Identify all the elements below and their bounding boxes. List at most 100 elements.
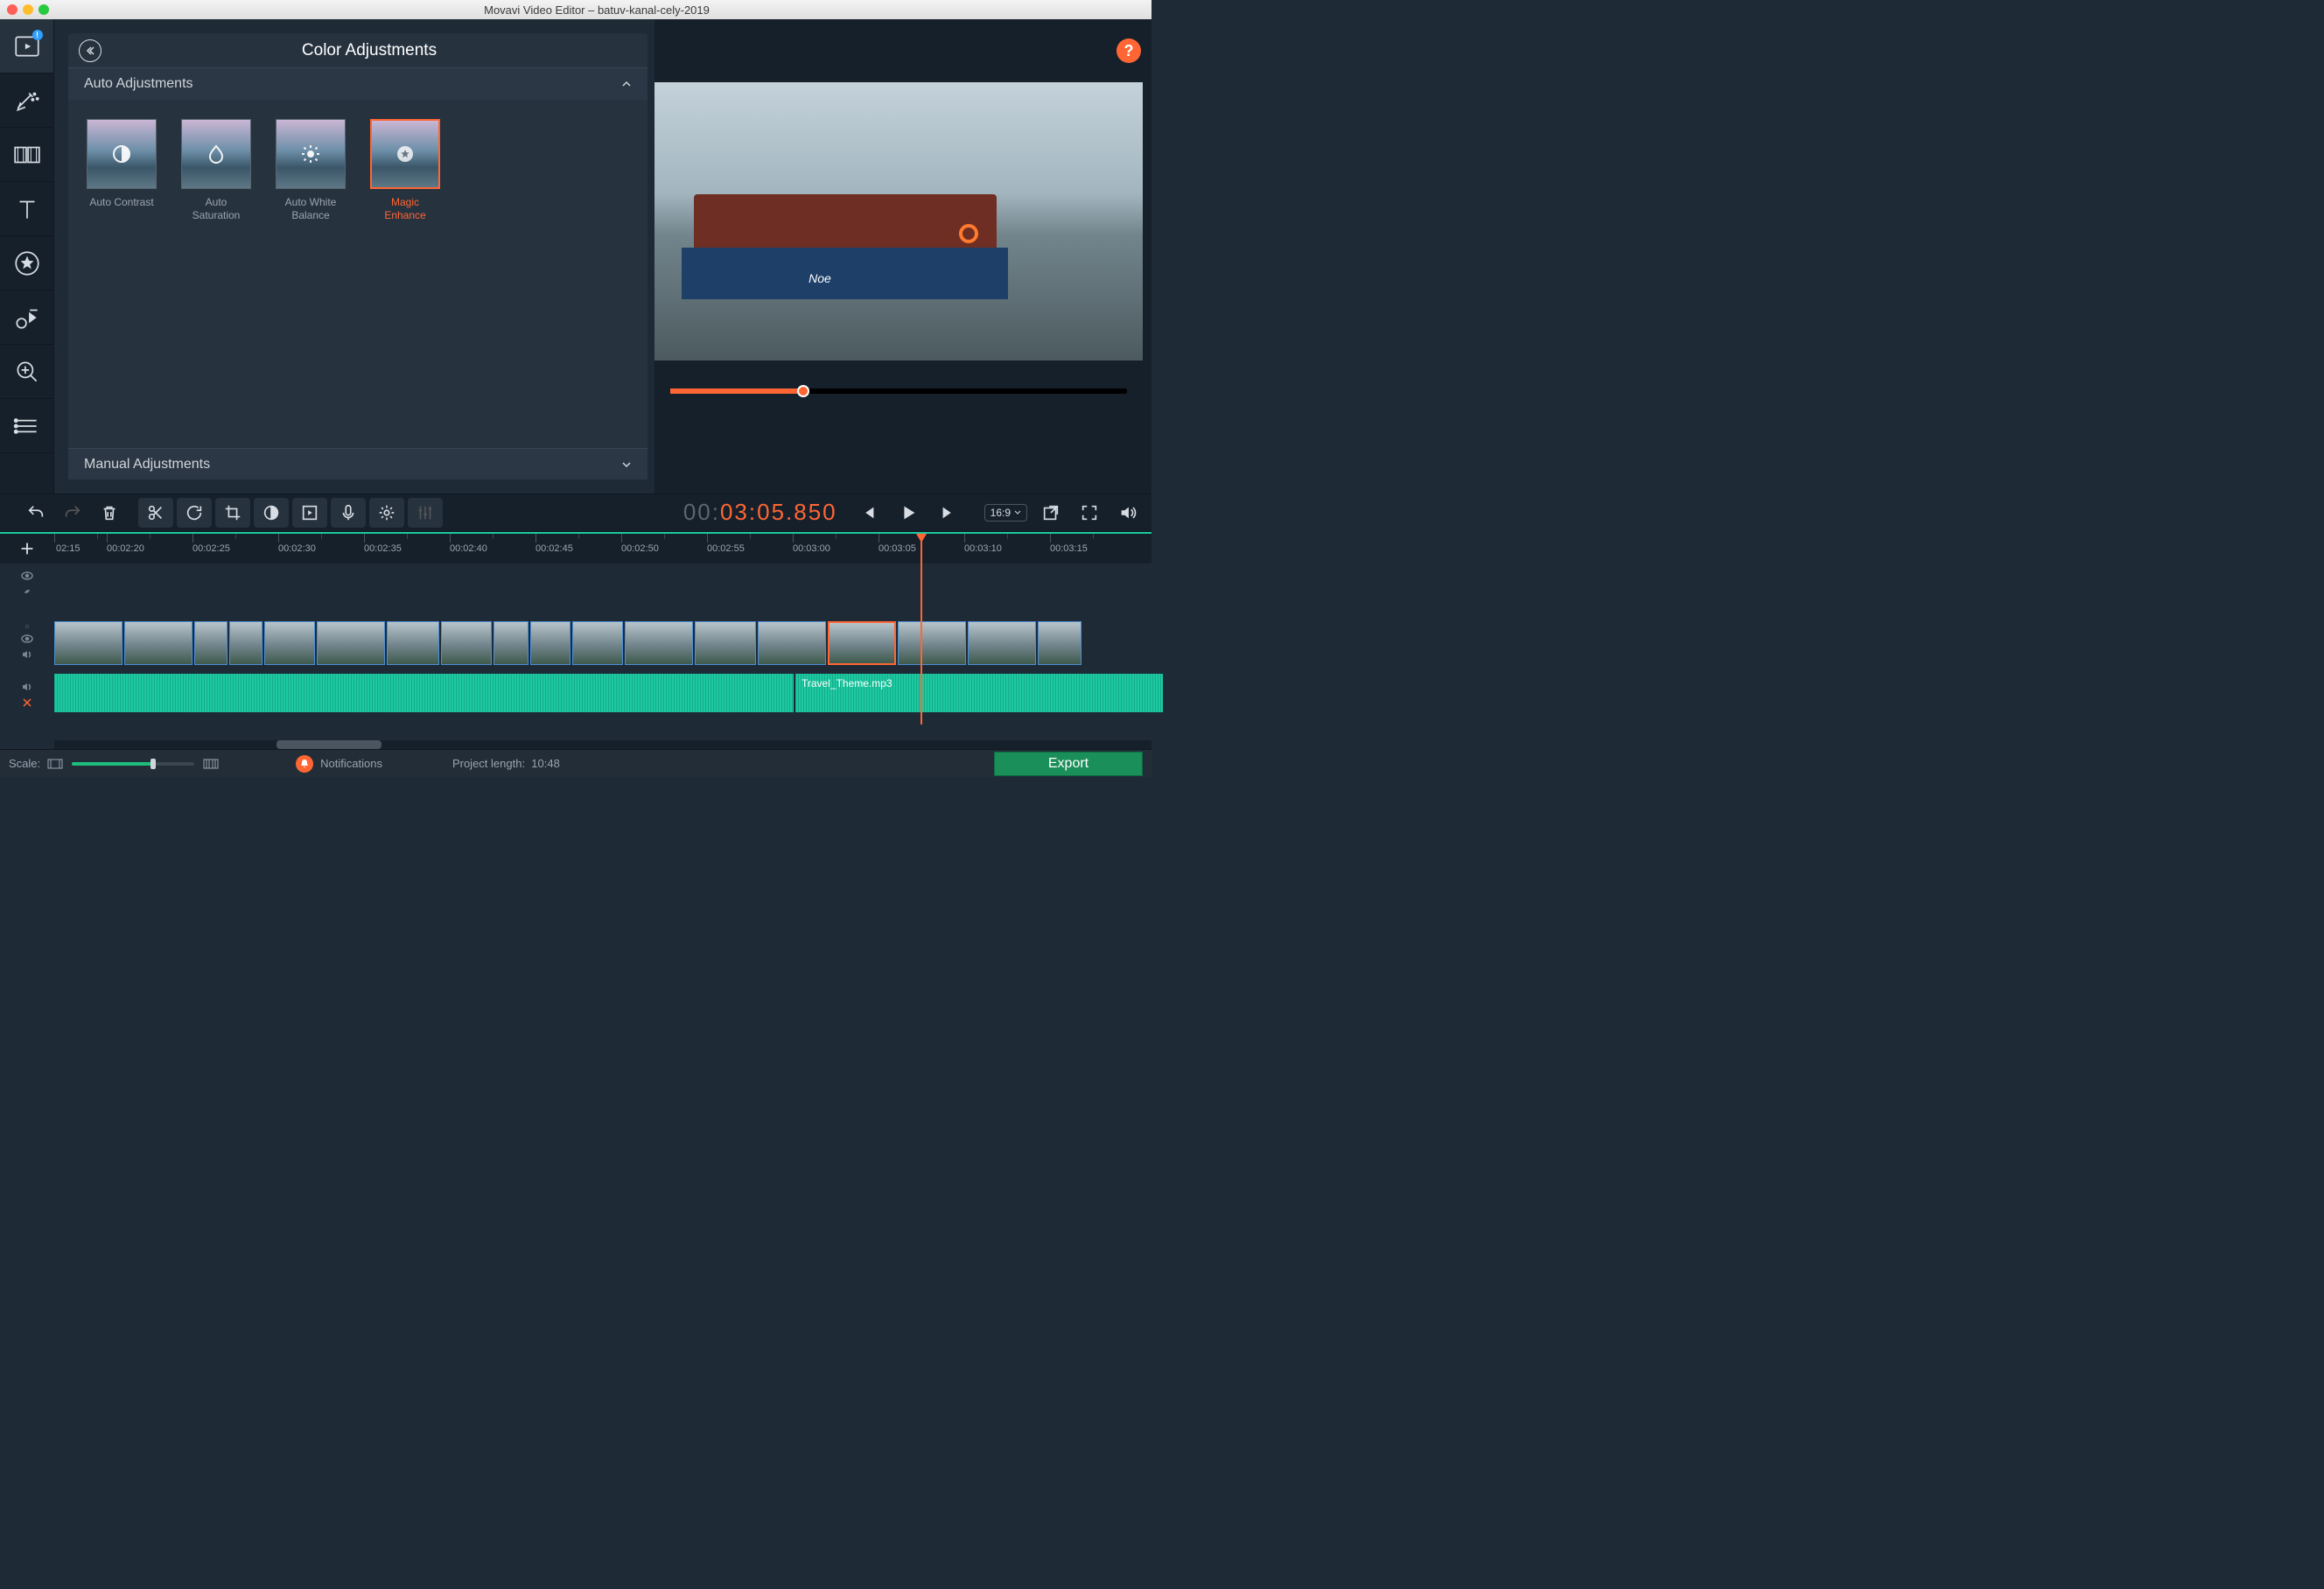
audio-clip-label: Travel_Theme.mp3 [802, 677, 892, 690]
edit-toolbar: 00:03:05.850 16:9 [0, 494, 1152, 532]
zoom-slider-knob[interactable] [150, 759, 156, 769]
next-frame-button[interactable] [932, 498, 965, 528]
fx-icon[interactable] [20, 696, 34, 710]
sidebar-filters[interactable] [0, 74, 53, 128]
audio-clip[interactable] [54, 674, 794, 712]
notifications-button[interactable]: Notifications [296, 755, 382, 773]
preview-content: Noe [694, 183, 997, 300]
sidebar-stickers[interactable] [0, 236, 53, 290]
clip-settings-button[interactable] [369, 498, 404, 528]
video-clip[interactable] [625, 621, 693, 665]
video-track[interactable] [54, 621, 1152, 665]
manual-adjustments-section[interactable]: Manual Adjustments [68, 448, 648, 480]
preset-auto-saturation[interactable]: Auto Saturation [180, 119, 252, 429]
preset-auto-white-balance[interactable]: Auto White Balance [275, 119, 346, 429]
timeline-ruler[interactable]: 02:15 00:02:20 00:02:25 00:02:30 00:02:3… [0, 534, 1152, 564]
text-track[interactable] [54, 564, 1152, 600]
video-clip[interactable] [387, 621, 439, 665]
contrast-icon [111, 144, 132, 164]
video-clip[interactable] [968, 621, 1036, 665]
link-icon[interactable] [20, 584, 34, 598]
prev-frame-button[interactable] [851, 498, 885, 528]
timeline-scrollbar[interactable] [54, 740, 1152, 749]
video-clip[interactable] [572, 621, 623, 665]
play-button[interactable] [892, 498, 925, 528]
video-clip[interactable] [441, 621, 492, 665]
video-clip[interactable] [758, 621, 826, 665]
chevron-down-icon [1014, 509, 1021, 516]
window-title: Movavi Video Editor – batuv-kanal-cely-2… [49, 4, 1144, 17]
speaker-icon[interactable] [20, 680, 34, 694]
video-clip[interactable] [194, 621, 228, 665]
mac-titlebar: Movavi Video Editor – batuv-kanal-cely-2… [0, 0, 1152, 19]
close-window-button[interactable] [7, 4, 18, 15]
sidebar-zoom-pan[interactable] [0, 345, 53, 399]
timeline-playhead[interactable] [920, 534, 922, 724]
video-clip[interactable] [264, 621, 315, 665]
volume-button[interactable] [1111, 498, 1144, 528]
delete-button[interactable] [93, 498, 126, 528]
notification-badge-icon: ! [32, 30, 43, 40]
video-clip[interactable] [317, 621, 385, 665]
timeline-zoom-slider[interactable] [72, 762, 194, 766]
text-track-head [0, 564, 54, 600]
notifications-label: Notifications [320, 757, 382, 770]
sidebar-titles[interactable] [0, 182, 53, 236]
fullscreen-button[interactable] [1073, 498, 1106, 528]
scrollbar-thumb[interactable] [276, 740, 382, 749]
video-preview[interactable]: Noe [654, 82, 1143, 360]
preset-label: Magic Enhance [369, 196, 441, 222]
eye-icon[interactable] [20, 632, 34, 646]
split-button[interactable] [138, 498, 173, 528]
undo-button[interactable] [19, 498, 52, 528]
clip-properties-button[interactable] [292, 498, 327, 528]
crop-button[interactable] [215, 498, 250, 528]
speaker-icon[interactable] [20, 648, 34, 662]
preview-pane: ? Noe [654, 19, 1152, 494]
export-button[interactable]: Export [994, 752, 1143, 776]
audio-track[interactable]: Travel_Theme.mp3 [54, 674, 1152, 712]
preset-auto-contrast[interactable]: Auto Contrast [86, 119, 158, 429]
redo-button[interactable] [56, 498, 89, 528]
zoom-out-timeline-icon[interactable] [47, 758, 63, 770]
video-clip[interactable] [494, 621, 528, 665]
life-ring-icon [959, 224, 978, 243]
video-clip-selected[interactable] [828, 621, 896, 665]
preset-magic-enhance[interactable]: Magic Enhance [369, 119, 441, 429]
add-track-button[interactable] [0, 534, 54, 564]
video-clip[interactable] [530, 621, 570, 665]
detach-preview-button[interactable] [1034, 498, 1068, 528]
droplet-icon [206, 144, 227, 164]
color-adjust-button[interactable] [254, 498, 289, 528]
panel-back-button[interactable] [79, 39, 102, 62]
help-button[interactable]: ? [1116, 38, 1141, 63]
timeline: 02:15 00:02:20 00:02:25 00:02:30 00:02:3… [0, 532, 1152, 777]
minimize-window-button[interactable] [23, 4, 33, 15]
video-clip[interactable] [124, 621, 192, 665]
scale-label: Scale: [9, 757, 40, 770]
sidebar-more[interactable] [0, 399, 53, 453]
eye-icon[interactable] [20, 569, 34, 583]
star-circle-icon [395, 144, 416, 164]
progress-knob[interactable] [797, 385, 809, 397]
auto-adjustments-section[interactable]: Auto Adjustments [68, 68, 648, 100]
project-length: Project length: 10:48 [452, 757, 560, 770]
video-clip[interactable] [1038, 621, 1082, 665]
sidebar-transitions[interactable] [0, 128, 53, 182]
sidebar-media-import[interactable]: ! [0, 19, 53, 74]
aspect-ratio-selector[interactable]: 16:9 [984, 504, 1027, 522]
status-footer: Scale: Notifications Project length: 10:… [0, 749, 1152, 777]
maximize-window-button[interactable] [38, 4, 49, 15]
video-clip[interactable] [229, 621, 262, 665]
sidebar-callouts[interactable] [0, 290, 53, 345]
video-clip[interactable] [695, 621, 756, 665]
tool-sidebar: ! [0, 19, 54, 494]
preview-progress-slider[interactable] [670, 388, 1127, 394]
video-clip[interactable] [898, 621, 966, 665]
preview-timecode: 00:03:05.850 [683, 499, 837, 527]
rotate-button[interactable] [177, 498, 212, 528]
equalizer-button[interactable] [408, 498, 443, 528]
record-audio-button[interactable] [331, 498, 366, 528]
video-clip[interactable] [54, 621, 122, 665]
zoom-in-timeline-icon[interactable] [203, 758, 219, 770]
